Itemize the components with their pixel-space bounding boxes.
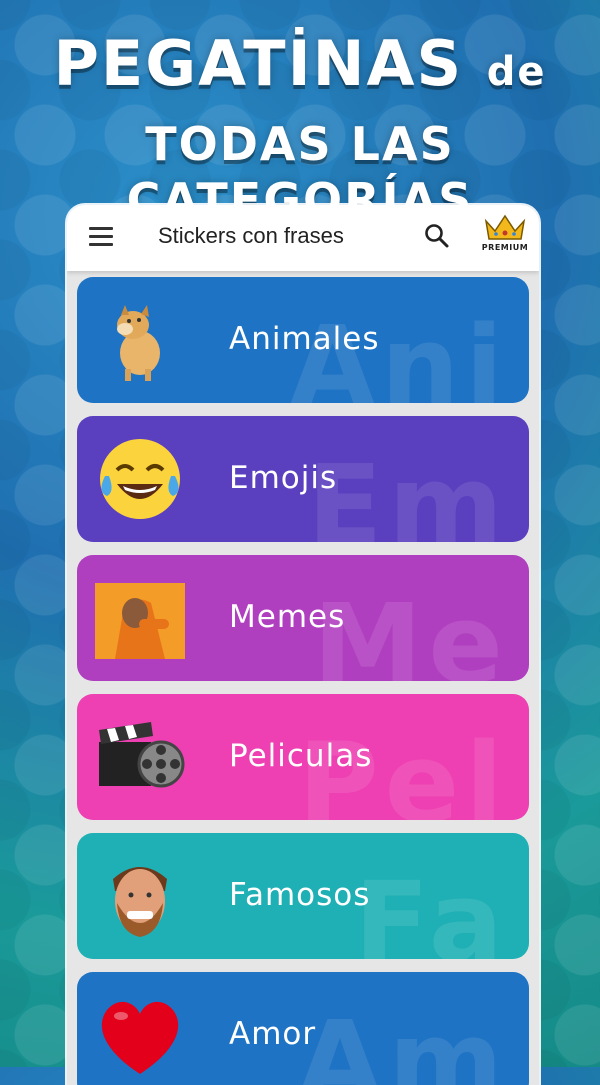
crown-icon — [484, 214, 526, 240]
app-bar: Stickers con frases PREMIUM — [67, 205, 539, 271]
card-watermark: Am — [297, 997, 509, 1085]
category-card-animales[interactable]: Ani Animales — [77, 277, 529, 403]
category-card-memes[interactable]: Me Memes — [77, 555, 529, 681]
meme-icon — [95, 583, 185, 659]
category-label: Amor — [229, 1016, 317, 1052]
category-label: Emojis — [229, 460, 338, 496]
hamburger-menu-icon[interactable] — [89, 227, 113, 247]
search-icon[interactable] — [424, 223, 450, 249]
premium-label: PREMIUM — [481, 243, 529, 252]
headline-main: PEGATİNAS — [53, 27, 464, 100]
category-card-emojis[interactable]: Em Emojis — [77, 416, 529, 542]
card-watermark: Fa — [354, 858, 509, 959]
category-card-peliculas[interactable]: Pel Peliculas — [77, 694, 529, 820]
premium-button[interactable]: PREMIUM — [479, 213, 531, 263]
phone-screen: Stickers con frases PREMIUM Ani Animales… — [67, 205, 539, 1085]
clapperboard-icon — [99, 722, 185, 788]
app-title: Stickers con frases — [158, 223, 344, 248]
laughing-emoji-icon — [100, 439, 180, 519]
celebrity-face-icon — [113, 867, 167, 937]
dog-icon — [117, 305, 160, 381]
category-label: Memes — [229, 599, 346, 635]
promo-headline: PEGATİNAS de TODAS LAS CATEGORÍAS — [0, 24, 600, 228]
category-label: Peliculas — [229, 738, 373, 774]
category-card-amor[interactable]: Am Amor — [77, 972, 529, 1085]
headline-line-1: PEGATİNAS de — [0, 24, 600, 112]
headline-suffix: de — [486, 49, 547, 95]
category-label: Famosos — [229, 877, 371, 913]
card-watermark: Em — [307, 441, 509, 542]
category-card-famosos[interactable]: Fa Famosos — [77, 833, 529, 959]
category-label: Animales — [229, 321, 380, 357]
